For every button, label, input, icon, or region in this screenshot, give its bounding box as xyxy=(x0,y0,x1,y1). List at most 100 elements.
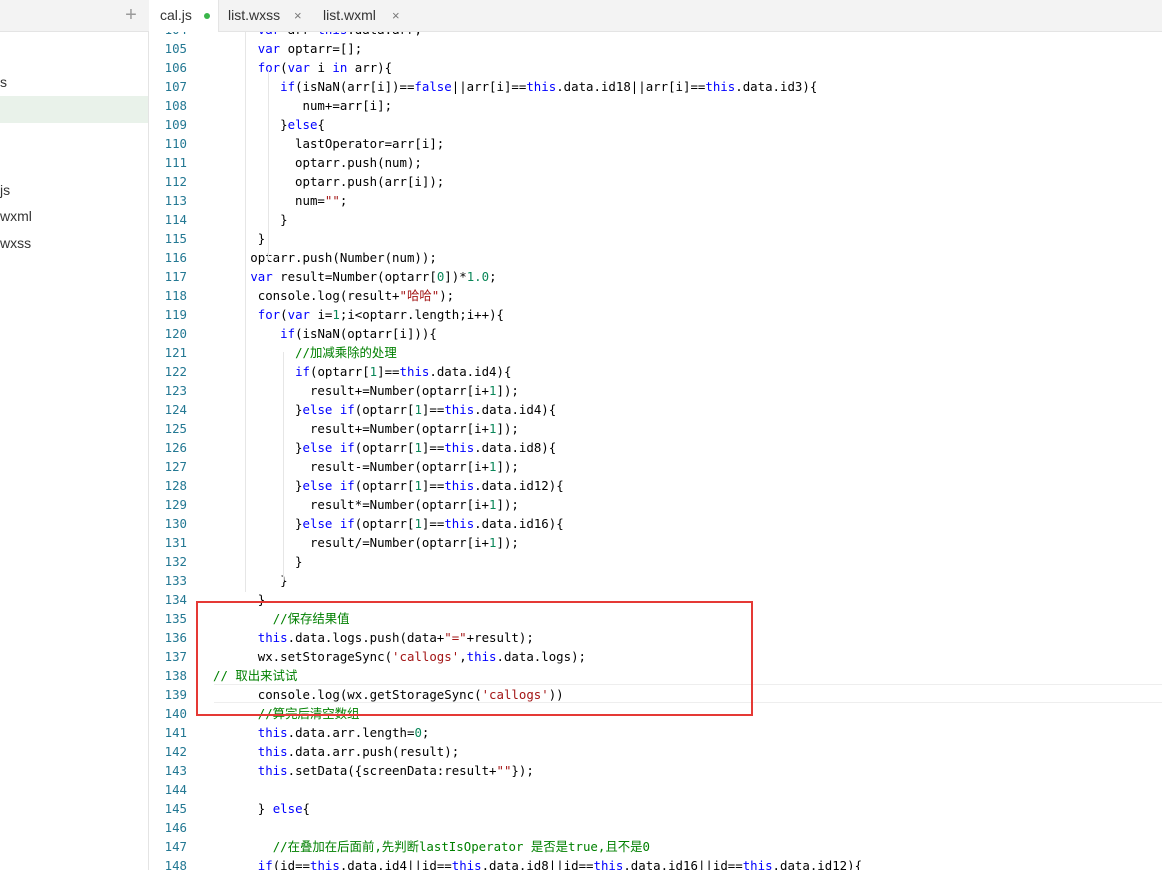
line-number: 125 xyxy=(164,421,187,436)
close-icon[interactable]: × xyxy=(294,0,302,31)
code-text: if(optarr[1]==this.data.id4){ xyxy=(295,364,512,379)
tab-list-wxss[interactable]: list.wxss × xyxy=(219,0,314,31)
code-text: result-=Number(optarr[i+1]); xyxy=(213,459,519,474)
code-text: var optarr=[]; xyxy=(257,41,363,56)
line-number: 131 xyxy=(164,535,187,550)
code-line[interactable]: 121 //加减乘除的处理 xyxy=(149,343,1162,362)
editor-tab-bar: cal.js list.wxss × list.wxml × xyxy=(149,0,1162,32)
line-number: 135 xyxy=(164,611,187,626)
code-text: } xyxy=(213,573,288,588)
file-tree-item-label: js xyxy=(0,182,11,198)
code-line[interactable]: 142 this.data.arr.push(result); xyxy=(149,742,1162,761)
code-text: if(id==this.data.id4||id==this.data.id8|… xyxy=(257,858,863,870)
line-number: 142 xyxy=(164,744,187,759)
tab-cal-js[interactable]: cal.js xyxy=(149,0,219,32)
code-line[interactable]: 130 }else if(optarr[1]==this.data.id16){ xyxy=(149,514,1162,533)
code-text: num+=arr[i]; xyxy=(213,98,393,113)
file-tree-item-wxml[interactable]: wxml xyxy=(0,203,148,230)
line-number: 139 xyxy=(164,687,187,702)
code-text: lastOperator=arr[i]; xyxy=(213,136,445,151)
tab-list-wxml[interactable]: list.wxml × xyxy=(314,0,409,31)
indent-guide xyxy=(283,352,284,582)
line-number: 117 xyxy=(164,269,187,284)
tab-label: list.wxml xyxy=(323,7,376,23)
code-line[interactable]: 107 if(isNaN(arr[i])==false||arr[i]==thi… xyxy=(149,77,1162,96)
code-text: } xyxy=(213,231,266,246)
code-line[interactable]: 119 for(var i=1;i<optarr.length;i++){ xyxy=(149,305,1162,324)
code-text: result+=Number(optarr[i+1]); xyxy=(213,421,519,436)
code-line[interactable]: 120 if(isNaN(optarr[i])){ xyxy=(149,324,1162,343)
code-text: num=""; xyxy=(295,193,348,208)
code-line[interactable]: 128 }else if(optarr[1]==this.data.id12){ xyxy=(149,476,1162,495)
code-text: }else if(optarr[1]==this.data.id4){ xyxy=(213,402,557,417)
code-line[interactable]: 146 xyxy=(149,818,1162,837)
code-editor[interactable]: 104 var arr=this.data.arr;105 var optarr… xyxy=(149,32,1162,870)
code-text: }else if(optarr[1]==this.data.id16){ xyxy=(213,516,564,531)
line-number: 114 xyxy=(164,212,187,227)
code-line[interactable]: 125 result+=Number(optarr[i+1]); xyxy=(149,419,1162,438)
line-number: 130 xyxy=(164,516,187,531)
code-text: result+=Number(optarr[i+1]); xyxy=(213,383,519,398)
line-number: 134 xyxy=(164,592,187,607)
code-text: for(var i in arr){ xyxy=(257,60,393,75)
line-number: 147 xyxy=(164,839,187,854)
annotation-highlight-box xyxy=(196,601,753,716)
code-line[interactable]: 124 }else if(optarr[1]==this.data.id4){ xyxy=(149,400,1162,419)
code-line[interactable]: 133 } xyxy=(149,571,1162,590)
line-number: 124 xyxy=(164,402,187,417)
line-number: 123 xyxy=(164,383,187,398)
code-line[interactable]: 104 var arr=this.data.arr; xyxy=(149,32,1162,39)
code-line[interactable]: 105 var optarr=[]; xyxy=(149,39,1162,58)
code-line[interactable]: 143 this.setData({screenData:result+""})… xyxy=(149,761,1162,780)
line-number: 145 xyxy=(164,801,187,816)
line-number: 116 xyxy=(164,250,187,265)
code-line[interactable]: 123 result+=Number(optarr[i+1]); xyxy=(149,381,1162,400)
code-line[interactable]: 116 optarr.push(Number(num)); xyxy=(149,248,1162,267)
code-line[interactable]: 115 } xyxy=(149,229,1162,248)
close-icon[interactable]: × xyxy=(392,0,400,31)
add-icon[interactable]: + xyxy=(122,5,140,25)
code-line[interactable]: 110 lastOperator=arr[i]; xyxy=(149,134,1162,153)
code-line[interactable]: 126 }else if(optarr[1]==this.data.id8){ xyxy=(149,438,1162,457)
code-text: }else if(optarr[1]==this.data.id8){ xyxy=(213,440,557,455)
line-number: 138 xyxy=(164,668,187,683)
code-line[interactable]: 108 num+=arr[i]; xyxy=(149,96,1162,115)
code-line[interactable]: 129 result*=Number(optarr[i+1]); xyxy=(149,495,1162,514)
file-tree-item-js[interactable]: js xyxy=(0,177,148,204)
file-tree-item-wxss[interactable]: wxss xyxy=(0,230,148,257)
line-number: 106 xyxy=(164,60,187,75)
file-tree-item-selected[interactable] xyxy=(0,96,148,123)
code-line[interactable]: 106 for(var i in arr){ xyxy=(149,58,1162,77)
line-number: 128 xyxy=(164,478,187,493)
code-line[interactable]: 111 optarr.push(num); xyxy=(149,153,1162,172)
code-line[interactable]: 147 //在叠加在后面前,先判断lastIsOperator 是否是true,… xyxy=(149,837,1162,856)
line-number: 136 xyxy=(164,630,187,645)
line-number: 129 xyxy=(164,497,187,512)
line-number: 111 xyxy=(164,155,187,170)
code-line[interactable]: 144 xyxy=(149,780,1162,799)
tab-label: list.wxss xyxy=(228,7,281,23)
line-number: 104 xyxy=(149,32,187,39)
code-text: var result=Number(optarr[0])*1.0; xyxy=(250,269,497,284)
line-number: 146 xyxy=(164,820,187,835)
code-line[interactable]: 131 result/=Number(optarr[i+1]); xyxy=(149,533,1162,552)
code-line[interactable]: 145 } else{ xyxy=(149,799,1162,818)
line-number: 141 xyxy=(164,725,187,740)
code-text: }else if(optarr[1]==this.data.id12){ xyxy=(213,478,564,493)
code-line[interactable]: 132 } xyxy=(149,552,1162,571)
code-line[interactable]: 148 if(id==this.data.id4||id==this.data.… xyxy=(149,856,1162,870)
code-line[interactable]: 117 var result=Number(optarr[0])*1.0; xyxy=(149,267,1162,286)
file-tree-item[interactable]: s xyxy=(0,69,148,96)
code-line[interactable]: 113 num=""; xyxy=(149,191,1162,210)
line-number: 112 xyxy=(164,174,187,189)
line-number: 110 xyxy=(164,136,187,151)
line-number: 144 xyxy=(164,782,187,797)
code-line[interactable]: 141 this.data.arr.length=0; xyxy=(149,723,1162,742)
code-line[interactable]: 112 optarr.push(arr[i]); xyxy=(149,172,1162,191)
code-line[interactable]: 122 if(optarr[1]==this.data.id4){ xyxy=(149,362,1162,381)
code-line[interactable]: 127 result-=Number(optarr[i+1]); xyxy=(149,457,1162,476)
code-line[interactable]: 109 }else{ xyxy=(149,115,1162,134)
code-line[interactable]: 118 console.log(result+"哈哈"); xyxy=(149,286,1162,305)
code-text: //在叠加在后面前,先判断lastIsOperator 是否是true,且不是0 xyxy=(272,839,650,854)
code-line[interactable]: 114 } xyxy=(149,210,1162,229)
